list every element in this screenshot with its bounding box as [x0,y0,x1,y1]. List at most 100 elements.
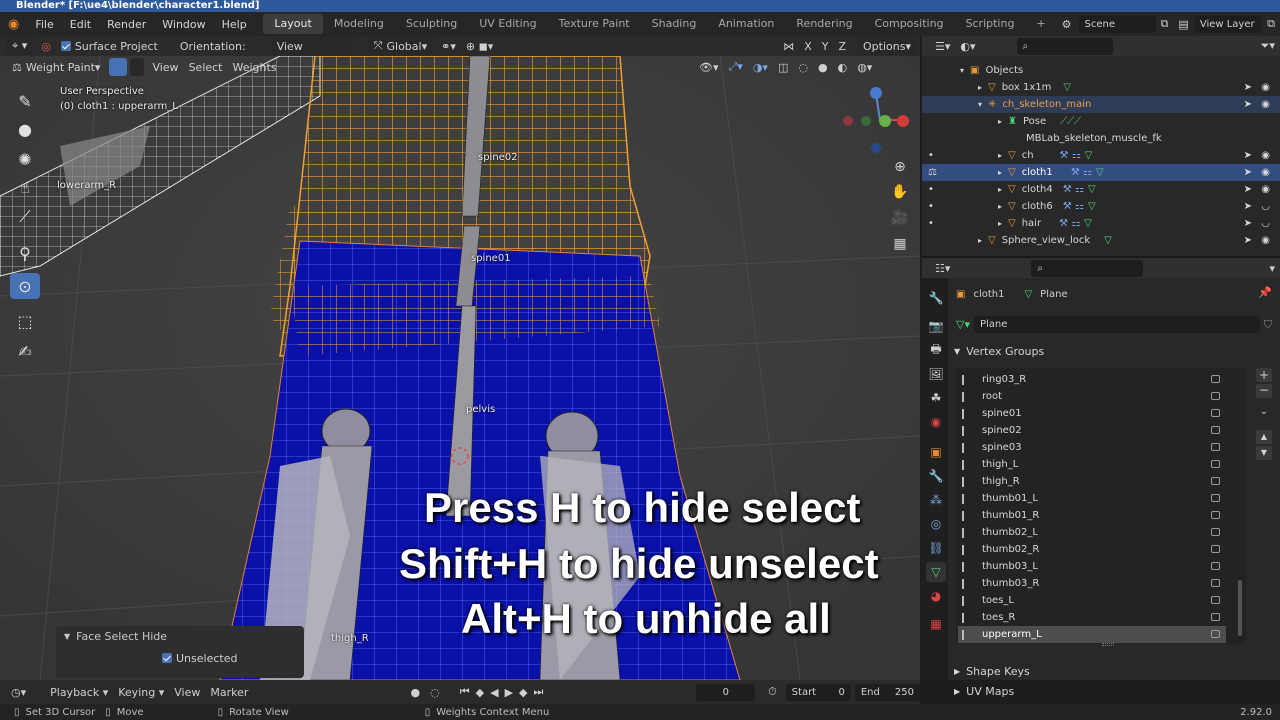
select-arrow-icon[interactable]: ➤ [1244,150,1252,161]
vertex-group-item[interactable]: thumb03_L [958,558,1226,575]
menu-view[interactable]: View [147,58,183,76]
axis-y-toggle[interactable]: Y [817,37,834,55]
smear-tool[interactable]: ☝ [10,174,40,200]
vertex-group-item[interactable]: thigh_R [958,473,1226,490]
vertex-group-item[interactable]: spine02 [958,422,1226,439]
eye-icon[interactable]: ◉ [1261,99,1270,110]
lock-icon[interactable] [1211,630,1220,638]
select-arrow-icon[interactable]: ➤ [1244,167,1252,178]
lock-icon[interactable] [1211,375,1220,383]
outliner-row[interactable]: ▸ ▽ Sphere_view_lock ▽ ➤ ◉ [922,232,1280,249]
output-tab-icon[interactable]: 🖶 [926,340,946,360]
filter-icon[interactable]: ⏷▾ [1256,37,1280,55]
eye-hidden-icon[interactable]: ◡ [1261,201,1270,212]
gradient-tool[interactable]: ⟋ [10,204,40,230]
tab-animation[interactable]: Animation [707,14,785,34]
list-resize-handle[interactable] [1102,643,1114,646]
current-frame-field[interactable]: 0 [696,683,756,701]
properties-search[interactable]: ⌕ [1031,259,1144,277]
outliner-row[interactable]: • ▸ ▽ hair ⚒ ⚏ ▽ ➤ ◡ [922,215,1280,232]
select-arrow-icon[interactable]: ➤ [1244,99,1252,110]
add-workspace-button[interactable]: + [1025,14,1056,34]
snap-icon[interactable]: ⊕ ◼▾ [461,37,498,55]
surface-project-checkbox[interactable] [60,41,71,51]
menu-edit[interactable]: Edit [62,18,99,31]
brush-falloff-icon[interactable]: ◎ [36,37,56,55]
next-keyframe-icon[interactable]: ◆ [516,683,530,701]
vertex-group-specials-button[interactable]: ⌄ [1256,406,1272,420]
view-layer-copy-icon[interactable]: ⧉ [1262,15,1280,33]
view-layer-selector[interactable]: View Layer [1193,15,1263,33]
select-arrow-icon[interactable]: ➤ [1244,184,1252,195]
lock-icon[interactable] [1211,596,1220,604]
select-arrow-icon[interactable]: ➤ [1244,201,1252,212]
solid-shading-icon[interactable]: ● [813,58,833,76]
tab-layout[interactable]: Layout [263,14,323,34]
select-circle-tool[interactable]: ⊙ [10,273,40,299]
menu-file[interactable]: File [27,18,61,31]
vertex-group-item[interactable]: spine01 [958,405,1226,422]
menu-window[interactable]: Window [154,18,213,31]
record-icon[interactable]: ● [406,683,426,701]
stopwatch-icon[interactable]: ⏱ [763,683,782,701]
outliner-row[interactable]: ⚖ ▸ ▽ cloth1 ⚒ ⚏ ▽ ➤ ◉ [922,164,1280,181]
eye-hidden-icon[interactable]: ◡ [1261,218,1270,229]
physics-tab-icon[interactable]: ◎ [926,514,946,534]
display-mode-icon[interactable]: ◐▾ [955,37,980,55]
mask-toggle[interactable] [109,58,128,76]
play-reverse-icon[interactable]: ◀ [487,683,501,701]
vertex-group-item[interactable]: thumb01_R [958,507,1226,524]
outliner-editor-icon[interactable]: ☰▾ [930,37,955,55]
keyframe-icon[interactable]: ◌ [425,683,445,701]
unselected-checkbox[interactable] [162,653,172,663]
menu-keying[interactable]: Keying ▾ [113,683,169,701]
menu-weights[interactable]: Weights [228,58,282,76]
list-scrollbar[interactable] [1238,580,1242,636]
texture-tab-icon[interactable]: ▦ [926,614,946,634]
render-tab-icon[interactable]: 📷 [926,316,946,336]
outliner-row[interactable]: • ▸ ▽ ch ⚒ ⚏ ▽ ➤ ◉ [922,147,1280,164]
vertex-group-item-active[interactable]: upperarm_L [958,626,1226,643]
move-up-button[interactable]: ▲ [1256,430,1272,444]
outliner-search[interactable]: ⌕ [1016,37,1113,55]
axis-z-toggle[interactable]: Z [833,37,851,55]
particles-tab-icon[interactable]: ⁂ [926,490,946,510]
annotate-tool[interactable]: ✍ [10,338,40,364]
lock-icon[interactable] [1211,392,1220,400]
shape-keys-panel-header[interactable]: ▶ Shape Keys [954,662,1276,680]
eye-icon[interactable]: ◉ [1261,167,1270,178]
jump-end-icon[interactable]: ⏭ [531,683,547,701]
menu-timeline-view[interactable]: View [169,683,205,701]
menu-render[interactable]: Render [99,18,154,31]
vertex-mask-toggle[interactable] [130,58,145,76]
eye-icon[interactable]: ◉ [1261,82,1270,93]
outliner-row[interactable]: • ▸ ▽ cloth6 ⚒ ⚏ ▽ ➤ ◡ [922,198,1280,215]
vertex-group-item[interactable]: root [958,388,1226,405]
outliner-row[interactable]: ▾ ▣ Objects [922,62,1280,79]
remove-vertex-group-button[interactable]: − [1256,384,1272,398]
data-tab-icon[interactable]: ▽ [926,562,946,582]
start-frame-field[interactable]: Start 0 [785,683,851,701]
vertex-group-item[interactable]: ring03_R [958,371,1226,388]
play-icon[interactable]: ▶ [502,683,516,701]
material-shading-icon[interactable]: ◐ [833,58,853,76]
overlay-icon[interactable]: ◑▾ [748,58,773,76]
axis-x-toggle[interactable]: X [799,37,817,55]
draw-brush-tool[interactable]: ✎ [10,88,40,114]
weight-paint-mode-icon[interactable]: ⚖ [928,167,938,178]
fake-user-icon[interactable]: ⛉ [1264,318,1272,332]
constraints-tab-icon[interactable]: ⛓ [926,538,946,558]
select-arrow-icon[interactable]: ➤ [1244,218,1252,229]
collapse-arrow-icon[interactable]: ▼ [64,632,70,641]
eye-icon[interactable]: ◉ [1261,184,1270,195]
lock-icon[interactable] [1211,579,1220,587]
outliner-row[interactable]: ▾ ✳ ch_skeleton_main ➤ ◉ [922,96,1280,113]
pivot-icon[interactable]: ⚭▾ [436,37,461,55]
object-tab-icon[interactable]: ▣ [926,442,946,462]
lock-icon[interactable] [1211,460,1220,468]
outliner-row[interactable]: MBLab_skeleton_muscle_fk [922,130,1280,147]
mirror-icon[interactable]: ⋈ [778,37,799,55]
vertex-group-item[interactable]: thumb02_L [958,524,1226,541]
scene-selector[interactable]: Scene [1078,15,1156,33]
menu-select[interactable]: Select [184,58,228,76]
